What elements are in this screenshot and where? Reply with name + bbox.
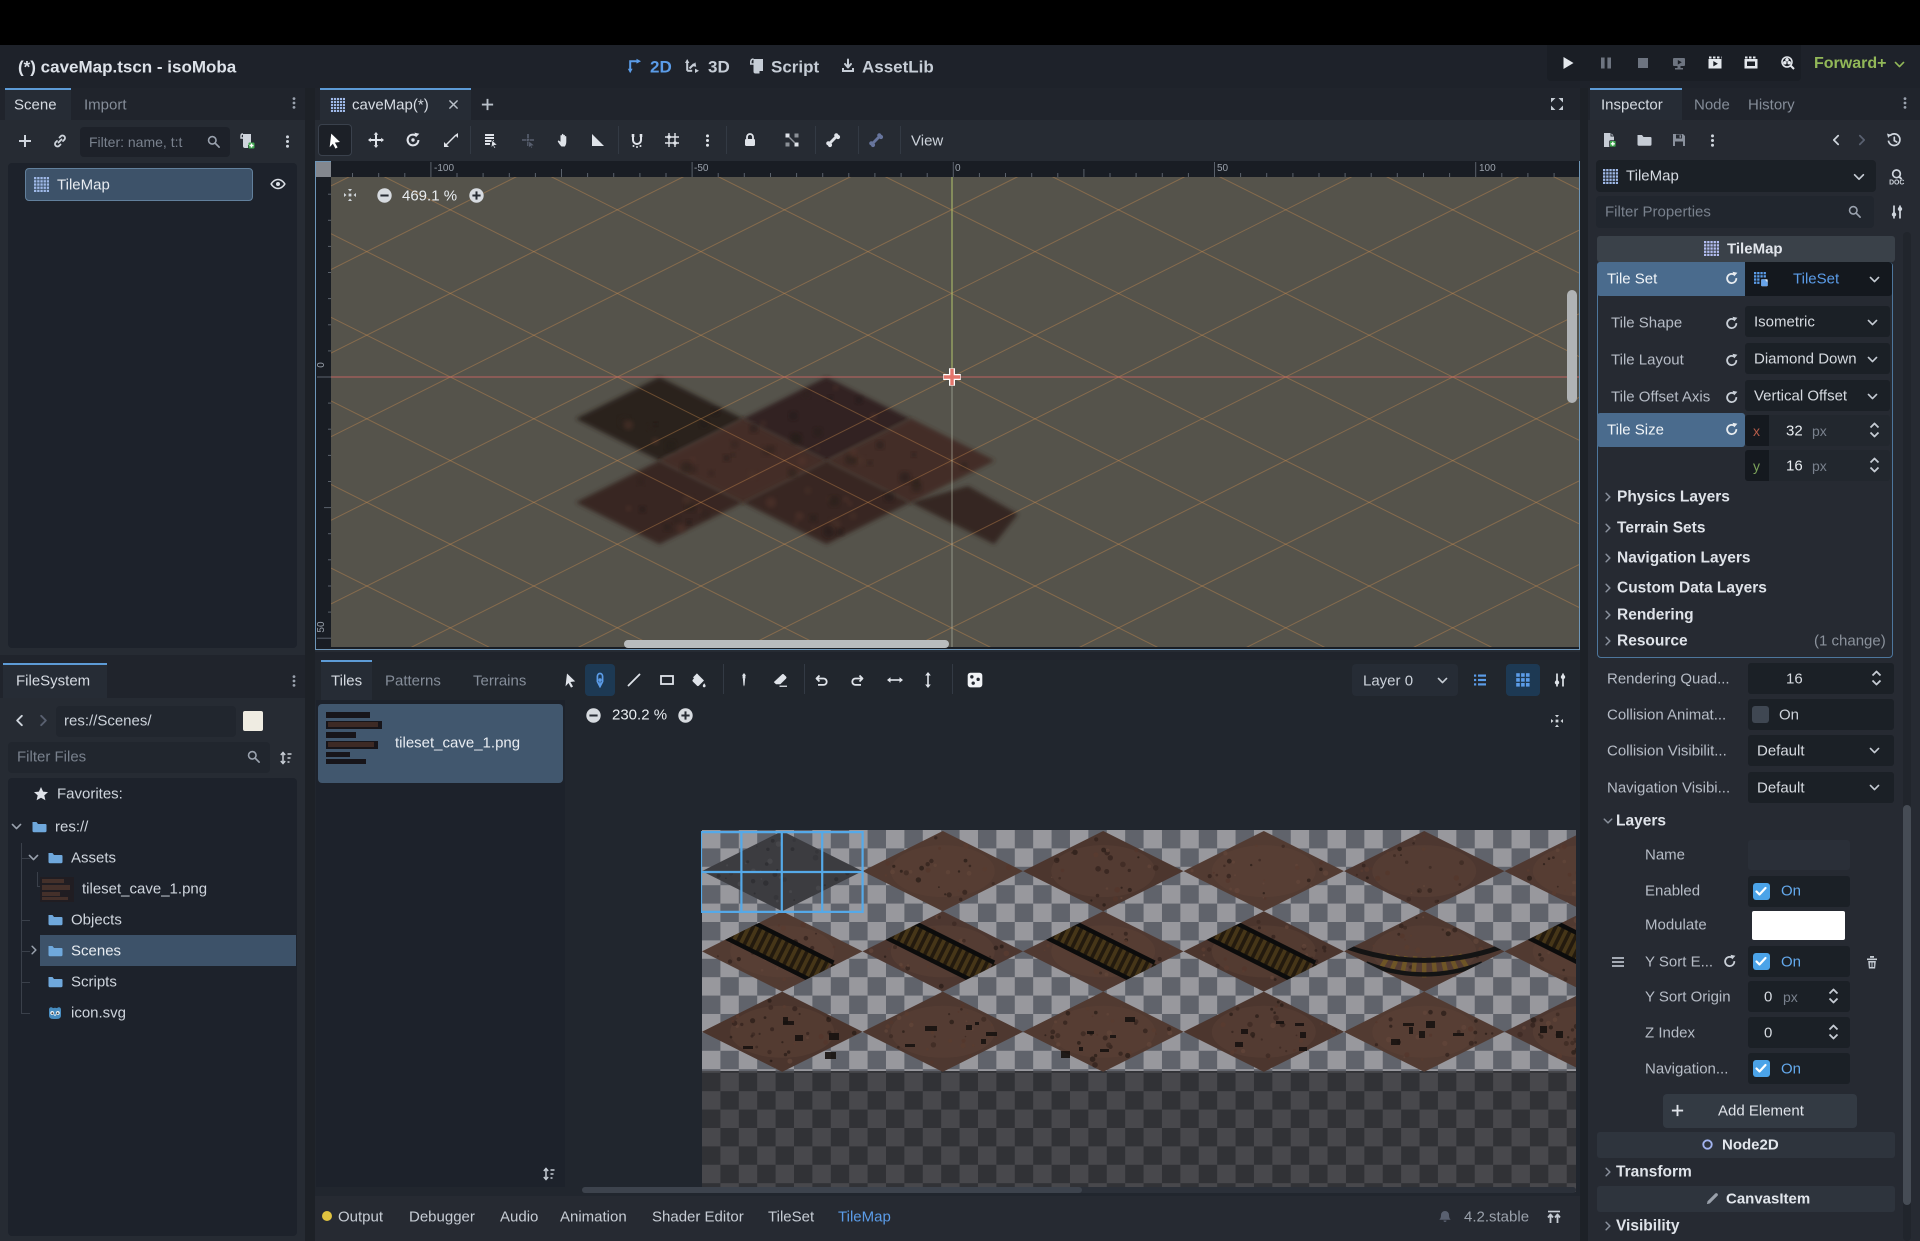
- svg-text:DOC: DOC: [1889, 179, 1904, 185]
